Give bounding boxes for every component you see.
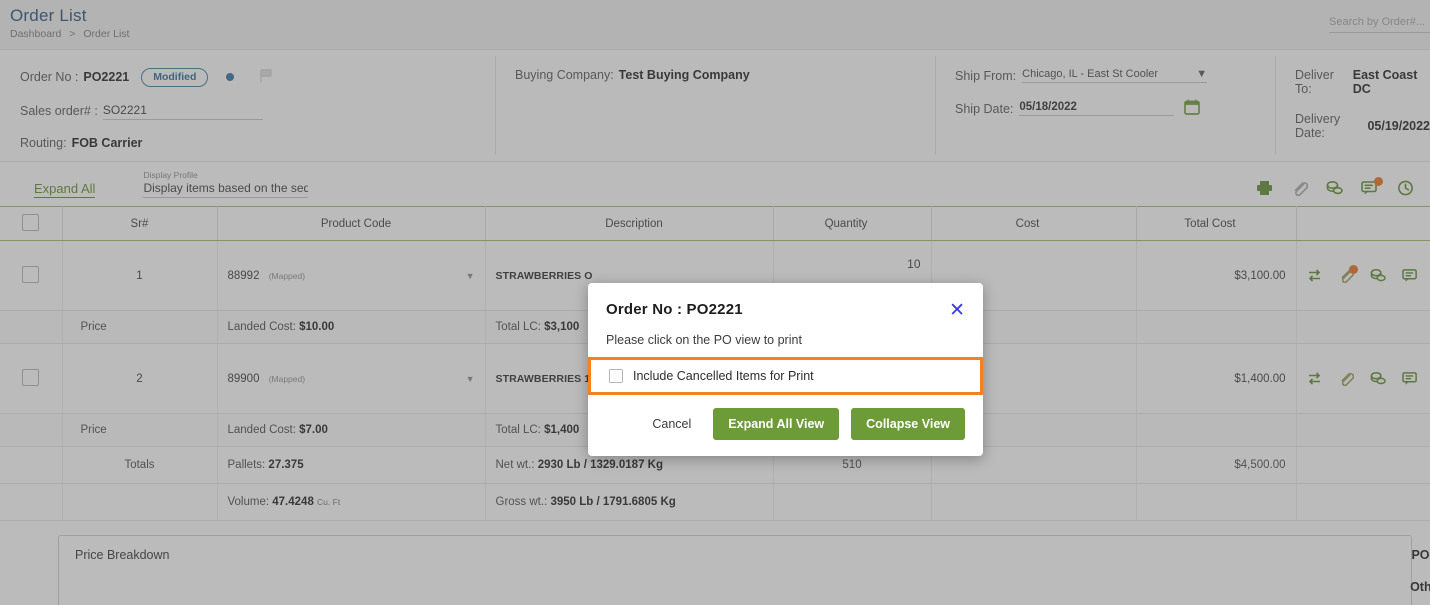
expand-all-view-button[interactable]: Expand All View xyxy=(713,408,840,440)
print-po-modal: Order No : PO2221 ✕ Please click on the … xyxy=(588,283,983,456)
modal-header: Order No : PO2221 ✕ xyxy=(588,283,983,320)
modal-title: Order No : PO2221 xyxy=(606,301,743,318)
include-cancelled-highlight[interactable]: Include Cancelled Items for Print xyxy=(588,357,983,395)
collapse-view-button[interactable]: Collapse View xyxy=(851,408,965,440)
modal-subtitle: Please click on the PO view to print xyxy=(606,333,802,347)
include-cancelled-label: Include Cancelled Items for Print xyxy=(633,369,814,383)
cancel-button[interactable]: Cancel xyxy=(642,411,701,437)
include-cancelled-checkbox[interactable] xyxy=(609,369,623,383)
modal-actions: Cancel Expand All View Collapse View xyxy=(588,395,983,456)
app-root: Order List Dashboard > Order List Order … xyxy=(0,0,1430,605)
close-icon[interactable]: ✕ xyxy=(949,301,965,320)
